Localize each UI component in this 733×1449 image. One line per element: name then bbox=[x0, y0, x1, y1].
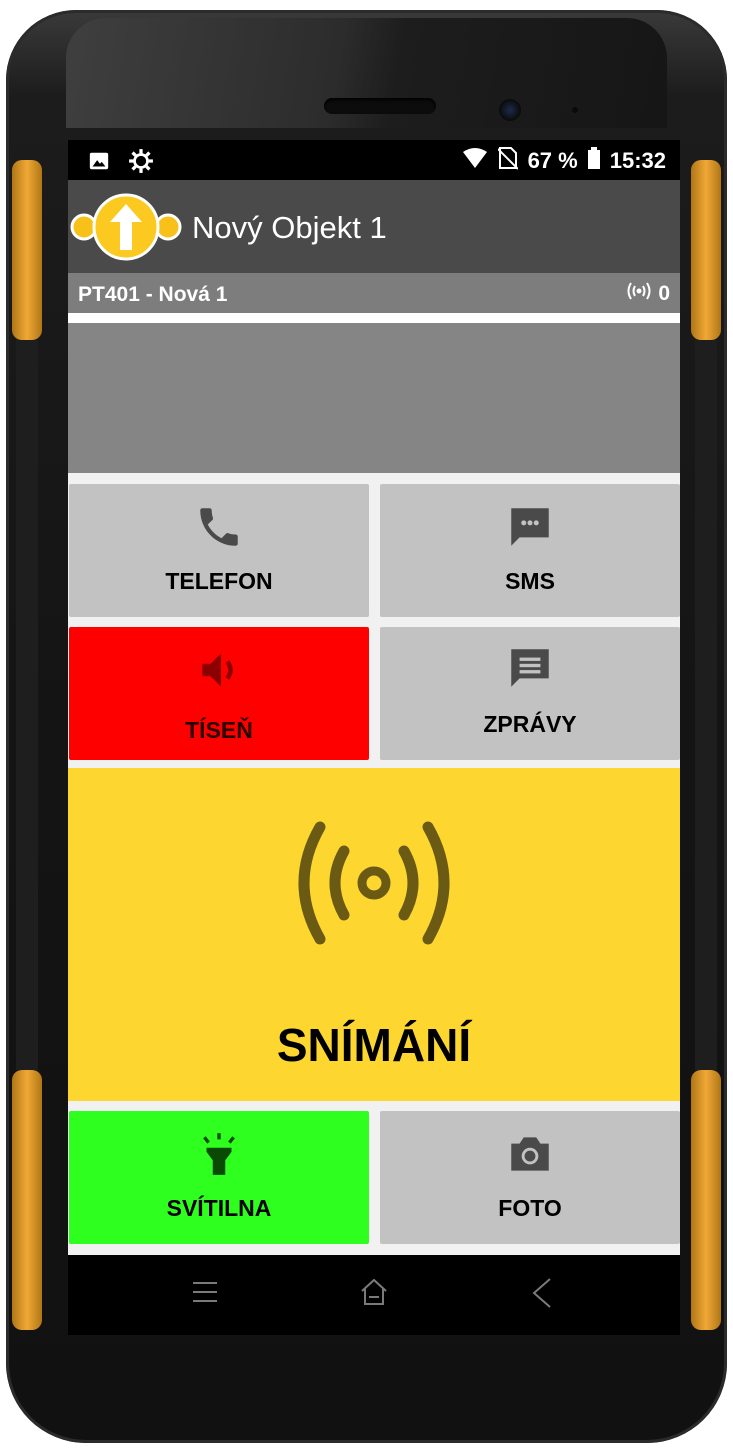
sms-icon bbox=[505, 502, 555, 557]
image-notification-icon bbox=[88, 150, 110, 177]
divider bbox=[68, 313, 680, 323]
home-icon[interactable] bbox=[359, 1277, 389, 1312]
broadcast-icon bbox=[626, 281, 652, 307]
sms-label: SMS bbox=[505, 568, 555, 594]
phone-side-accent bbox=[691, 160, 721, 340]
zpravy-button[interactable]: ZPRÁVY bbox=[380, 627, 680, 760]
proximity-sensor bbox=[572, 107, 578, 113]
sms-button[interactable]: SMS bbox=[380, 484, 680, 617]
scan-count: 0 bbox=[658, 282, 670, 305]
zpravy-label: ZPRÁVY bbox=[483, 711, 577, 737]
camera-icon bbox=[505, 1129, 555, 1184]
front-camera bbox=[499, 99, 521, 121]
snimani-label: SNÍMÁNÍ bbox=[276, 1019, 472, 1071]
app-bar: Nový Objekt 1 bbox=[68, 180, 680, 273]
info-panel bbox=[68, 323, 680, 473]
settings-notification-icon bbox=[128, 148, 154, 179]
menu-icon[interactable] bbox=[191, 1277, 219, 1312]
app-logo-icon bbox=[70, 188, 182, 271]
earpiece-speaker bbox=[324, 98, 436, 114]
phone-side-edge bbox=[16, 340, 38, 1070]
no-sim-icon bbox=[496, 146, 519, 176]
screen: 67 % 15:32 Nový Objekt 1 PT401 - Nová 1 bbox=[68, 140, 680, 1255]
phone-icon bbox=[194, 502, 244, 557]
foto-label: FOTO bbox=[498, 1195, 562, 1221]
foto-button[interactable]: FOTO bbox=[380, 1111, 680, 1244]
svitilna-button[interactable]: SVÍTILNA bbox=[69, 1111, 369, 1244]
back-icon[interactable] bbox=[530, 1277, 554, 1314]
telefon-button[interactable]: TELEFON bbox=[69, 484, 369, 617]
phone-side-accent bbox=[12, 1070, 42, 1330]
svitilna-label: SVÍTILNA bbox=[166, 1195, 272, 1221]
battery-icon bbox=[587, 147, 600, 175]
phone-side-accent bbox=[691, 1070, 721, 1330]
flashlight-icon bbox=[194, 1129, 244, 1184]
snimani-button[interactable]: SNÍMÁNÍ bbox=[68, 768, 680, 1101]
scan-signal-icon bbox=[282, 813, 466, 958]
message-icon bbox=[505, 643, 555, 698]
status-bar: 67 % 15:32 bbox=[68, 140, 680, 180]
nav-bar bbox=[68, 1255, 680, 1335]
app-title: Nový Objekt 1 bbox=[192, 210, 387, 245]
object-info-bar: PT401 - Nová 1 0 bbox=[68, 273, 680, 313]
battery-percent: 67 % bbox=[527, 148, 578, 173]
tisen-button[interactable]: TÍSEŇ bbox=[69, 627, 369, 760]
phone-side-edge bbox=[695, 340, 717, 1070]
speaker-icon bbox=[194, 645, 244, 700]
wifi-icon bbox=[462, 147, 488, 175]
tisen-label: TÍSEŇ bbox=[185, 717, 253, 743]
phone-side-accent bbox=[12, 160, 42, 340]
clock: 15:32 bbox=[609, 148, 666, 173]
object-title: PT401 - Nová 1 bbox=[78, 283, 228, 306]
telefon-label: TELEFON bbox=[165, 568, 273, 594]
